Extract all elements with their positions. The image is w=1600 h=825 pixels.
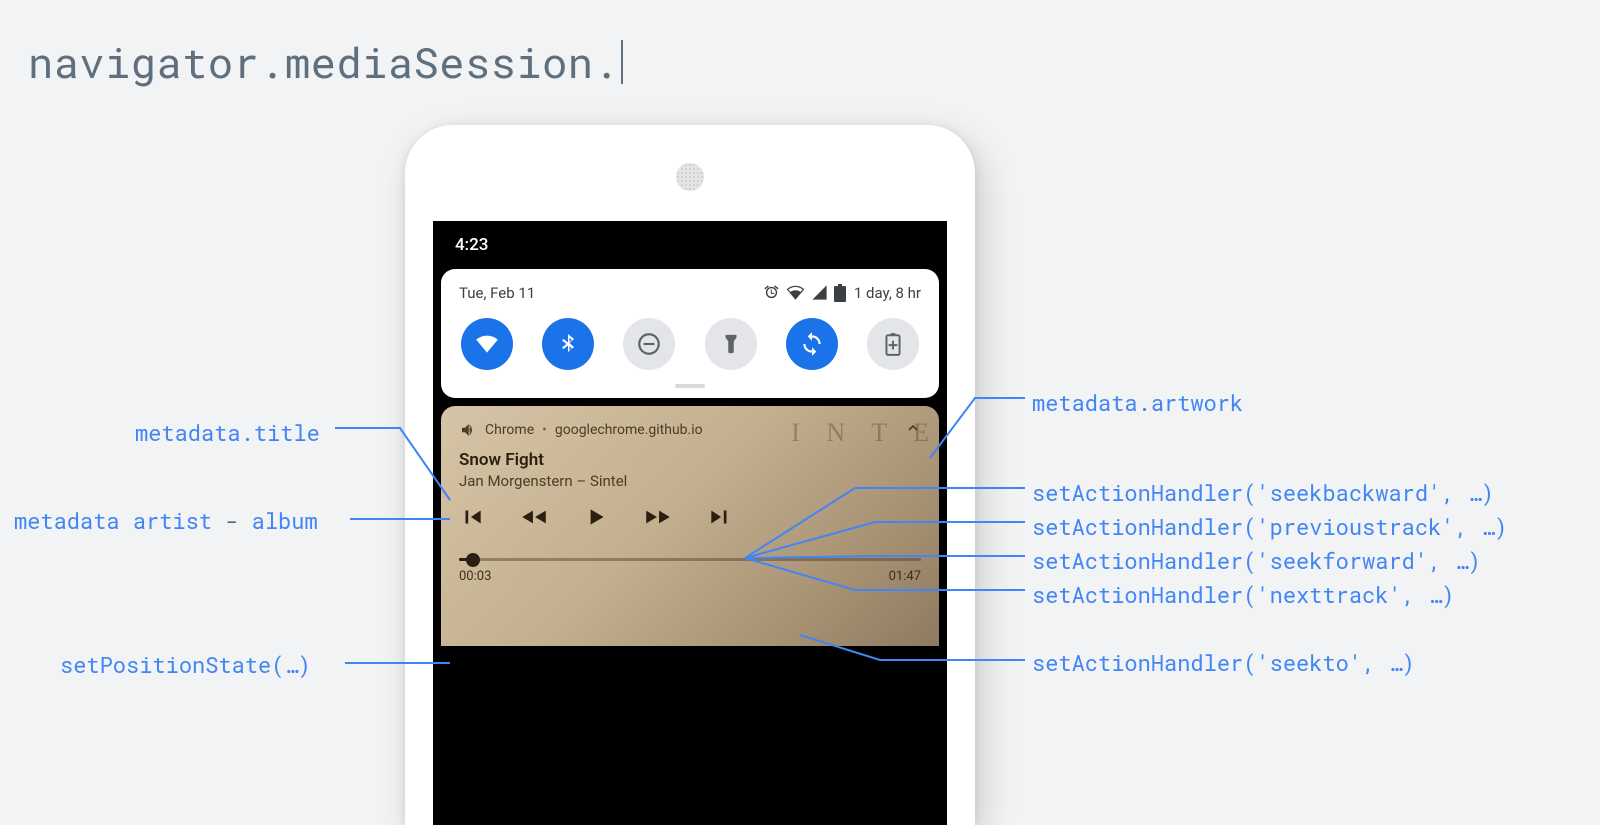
rewind-icon (519, 504, 549, 530)
progress-thumb[interactable] (466, 553, 480, 567)
qs-toggles-row (459, 316, 921, 380)
rotation-toggle[interactable] (786, 318, 838, 370)
media-notification[interactable]: I N T E Chrome • googlechrome.github.io … (441, 406, 939, 646)
anno-seekbackward: setActionHandler('seekbackward', …) (1032, 478, 1494, 507)
phone-speaker-icon (676, 163, 704, 191)
anno-line-artist (350, 518, 450, 520)
battery-saver-icon (883, 332, 903, 356)
play-icon (583, 504, 609, 530)
anno-metadata-artist-album: metadata artist - album (14, 506, 318, 535)
collapse-chevron-icon[interactable] (905, 420, 921, 440)
media-subtitle: Jan Morgenstern – Sintel (459, 472, 921, 490)
media-header: Chrome • googlechrome.github.io (459, 420, 921, 440)
next-track-button[interactable] (707, 504, 733, 530)
qs-drag-handle[interactable] (675, 384, 705, 388)
media-app-source: Chrome (485, 422, 534, 438)
anno-previoustrack: setActionHandler('previoustrack', …) (1032, 512, 1507, 541)
battery-saver-toggle[interactable] (867, 318, 919, 370)
phone-screen: 4:23 Tue, Feb 11 1 day, 8 hr (433, 221, 947, 825)
anno-position-state: setPositionState(…) (60, 650, 311, 679)
anno-nexttrack: setActionHandler('nexttrack', …) (1032, 580, 1454, 609)
status-time: 4:23 (455, 235, 488, 255)
qs-date: Tue, Feb 11 (459, 284, 535, 302)
dnd-toggle[interactable] (623, 318, 675, 370)
anno-seekforward: setActionHandler('seekforward', …) (1032, 546, 1481, 575)
time-elapsed: 00:03 (459, 569, 491, 584)
media-title: Snow Fight (459, 450, 921, 470)
progress-track (459, 558, 921, 561)
skip-next-icon (707, 504, 733, 530)
fast-forward-icon (643, 504, 673, 530)
qs-duration: 1 day, 8 hr (854, 284, 921, 302)
anno-seekto: setActionHandler('seekto', …) (1032, 648, 1415, 677)
anno-metadata-title: metadata.title (135, 418, 320, 447)
alarm-icon (763, 284, 780, 301)
wifi-toggle-icon (474, 331, 500, 357)
seek-backward-button[interactable] (519, 504, 549, 530)
media-controls (459, 504, 921, 530)
previous-track-button[interactable] (459, 504, 485, 530)
page-heading: navigator.mediaSession. (28, 35, 623, 90)
anno-artwork: metadata.artwork (1032, 388, 1243, 417)
bluetooth-toggle[interactable] (542, 318, 594, 370)
flashlight-toggle[interactable] (705, 318, 757, 370)
wifi-toggle[interactable] (461, 318, 513, 370)
progress-bar[interactable]: 00:03 01:47 (459, 558, 921, 584)
media-domain: googlechrome.github.io (555, 422, 703, 438)
progress-times: 00:03 01:47 (459, 569, 921, 584)
skip-previous-icon (459, 504, 485, 530)
dot-separator: • (542, 422, 547, 438)
rotation-icon (799, 331, 825, 357)
bluetooth-icon (556, 332, 580, 356)
heading-text: navigator.mediaSession. (28, 35, 619, 90)
quick-settings-panel: Tue, Feb 11 1 day, 8 hr (441, 269, 939, 398)
anno-line-position (345, 662, 450, 664)
volume-icon (459, 421, 477, 439)
qs-status-icons: 1 day, 8 hr (763, 283, 921, 302)
battery-icon (834, 284, 846, 302)
wifi-icon (786, 283, 805, 302)
quick-settings-header: Tue, Feb 11 1 day, 8 hr (459, 283, 921, 302)
flashlight-icon (720, 333, 742, 355)
phone-frame: 4:23 Tue, Feb 11 1 day, 8 hr (405, 125, 975, 825)
dnd-icon (636, 331, 662, 357)
cursor-icon (621, 40, 623, 84)
time-total: 01:47 (889, 569, 921, 584)
cell-signal-icon (811, 284, 828, 301)
play-button[interactable] (583, 504, 609, 530)
status-bar: 4:23 (433, 221, 947, 269)
seek-forward-button[interactable] (643, 504, 673, 530)
